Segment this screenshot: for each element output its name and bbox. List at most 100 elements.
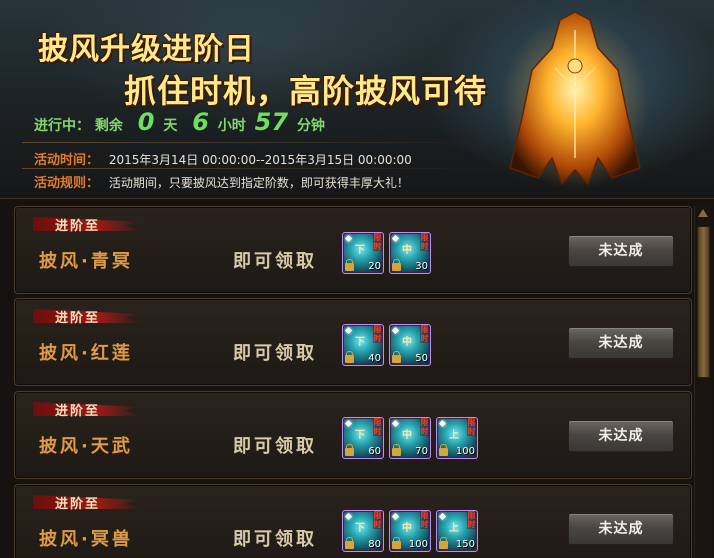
item-count: 50 [415,353,428,364]
item-grade: 下 [355,523,365,534]
sparkle-icon [391,419,400,428]
item-count: 80 [368,539,381,550]
scroll-up-arrow-icon[interactable] [697,208,709,218]
sparkle-icon [391,326,400,335]
advance-tag-label: 进阶至 [55,219,101,234]
countdown-days: 0 [137,108,155,136]
claim-label: 即可领取 [233,343,317,364]
lock-icon [439,444,448,456]
lock-icon [345,259,354,271]
divider [22,142,492,143]
sparkle-icon [438,419,447,428]
item-grade: 中 [402,523,412,534]
lock-icon [392,351,401,363]
reward-item-icon[interactable]: 限时下 80 [342,510,384,552]
reward-list: 进阶至 披风·青冥 即可领取 限时下 20 限时中 30 未达成 进阶至 披风·红莲 即可领取 限时下… [14,206,692,558]
reward-item-icon[interactable]: 限时下 40 [342,324,384,366]
lock-icon [392,259,401,271]
limited-time-badge: 限时 [467,418,476,436]
reward-item-icon[interactable]: 限时上 100 [436,417,478,459]
advance-tag-label: 进阶至 [55,404,101,419]
item-grade: 中 [402,430,412,441]
advance-tag: 进阶至 [33,215,143,234]
event-panel: 披风升级进阶日 抓住时机，高阶披风可待 进行中： 剩余 0 天 6 小时 57 … [0,0,714,558]
countdown-remain-label: 剩余 [94,118,123,134]
lock-icon [345,351,354,363]
item-grade: 下 [355,430,365,441]
countdown-days-label: 天 [163,118,178,134]
reward-item-icon[interactable]: 限时下 60 [342,417,384,459]
reward-item-icon[interactable]: 限时中 70 [389,417,431,459]
banner-title: 披风升级进阶日 [38,32,255,67]
item-grade: 下 [355,337,365,348]
cape-artwork-icon [501,11,649,190]
reward-item-icon[interactable]: 限时上 150 [436,510,478,552]
not-achieved-button[interactable]: 未达成 [568,513,674,545]
sparkle-icon [344,512,353,521]
claim-label: 即可领取 [233,251,317,272]
reward-item-icon[interactable]: 限时下 20 [342,232,384,274]
cape-tier-name: 披风·红莲 [39,343,133,364]
limited-time-badge: 限时 [420,511,429,529]
limited-time-badge: 限时 [420,233,429,251]
claim-label: 即可领取 [233,436,317,457]
event-time-label: 活动时间： [34,153,100,168]
event-time-value: 2015年3月14日 00:00:00--2015年3月15日 00:00:00 [108,153,412,167]
event-rules-row: 活动规则： 活动期间，只要披风达到指定阶数，即可获得丰厚大礼！ [34,172,409,191]
limited-time-badge: 限时 [373,233,382,251]
cape-tier-name: 披风·天武 [39,436,133,457]
item-grade: 中 [402,245,412,256]
sparkle-icon [344,419,353,428]
item-count: 20 [368,261,381,272]
event-time-row: 活动时间： 2015年3月14日 00:00:00--2015年3月15日 00… [34,149,412,168]
countdown-minutes: 57 [254,108,289,136]
reward-card: 进阶至 披风·红莲 即可领取 限时下 40 限时中 50 未达成 [14,298,692,386]
lock-icon [345,444,354,456]
limited-time-badge: 限时 [420,325,429,343]
event-rules-label: 活动规则： [34,176,100,191]
limited-time-badge: 限时 [373,325,382,343]
cape-tier-name: 披风·青冥 [39,251,133,272]
sparkle-icon [391,234,400,243]
reward-item-icon[interactable]: 限时中 50 [389,324,431,366]
item-grade: 上 [449,430,459,441]
item-grade: 下 [355,245,365,256]
item-grade: 中 [402,337,412,348]
reward-card: 进阶至 披风·青冥 即可领取 限时下 20 限时中 30 未达成 [14,206,692,294]
lock-icon [345,537,354,549]
not-achieved-button[interactable]: 未达成 [568,327,674,359]
scroll-thumb[interactable] [697,226,710,378]
reward-item-icon[interactable]: 限时中 100 [389,510,431,552]
item-count: 40 [368,353,381,364]
limited-time-badge: 限时 [373,418,382,436]
limited-time-badge: 限时 [467,511,476,529]
event-banner: 披风升级进阶日 抓住时机，高阶披风可待 进行中： 剩余 0 天 6 小时 57 … [0,0,714,199]
countdown-hours: 6 [192,108,209,136]
item-count: 60 [368,446,381,457]
reward-card: 进阶至 披风·冥兽 即可领取 限时下 80 限时中 100 限时上 150 未达成 [14,484,692,558]
sparkle-icon [391,512,400,521]
event-rules-value: 活动期间，只要披风达到指定阶数，即可获得丰厚大礼！ [108,176,409,190]
item-count: 100 [455,446,475,457]
lock-icon [392,537,401,549]
scrollbar[interactable] [694,206,711,558]
limited-time-badge: 限时 [373,511,382,529]
not-achieved-button[interactable]: 未达成 [568,235,674,267]
cape-tier-name: 披风·冥兽 [39,529,133,550]
item-count: 150 [455,539,475,550]
sparkle-icon [344,326,353,335]
advance-tag-label: 进阶至 [55,311,101,326]
countdown-prefix: 进行中： [34,118,90,134]
advance-tag-label: 进阶至 [55,497,101,512]
claim-label: 即可领取 [233,529,317,550]
sparkle-icon [344,234,353,243]
reward-item-icon[interactable]: 限时中 30 [389,232,431,274]
lock-icon [392,444,401,456]
countdown-hours-label: 小时 [217,118,246,134]
lock-icon [439,537,448,549]
reward-card: 进阶至 披风·天武 即可领取 限时下 60 限时中 70 限时上 100 未达成 [14,391,692,479]
not-achieved-button[interactable]: 未达成 [568,420,674,452]
item-count: 100 [408,539,428,550]
advance-tag: 进阶至 [33,307,143,326]
advance-tag: 进阶至 [33,493,143,512]
